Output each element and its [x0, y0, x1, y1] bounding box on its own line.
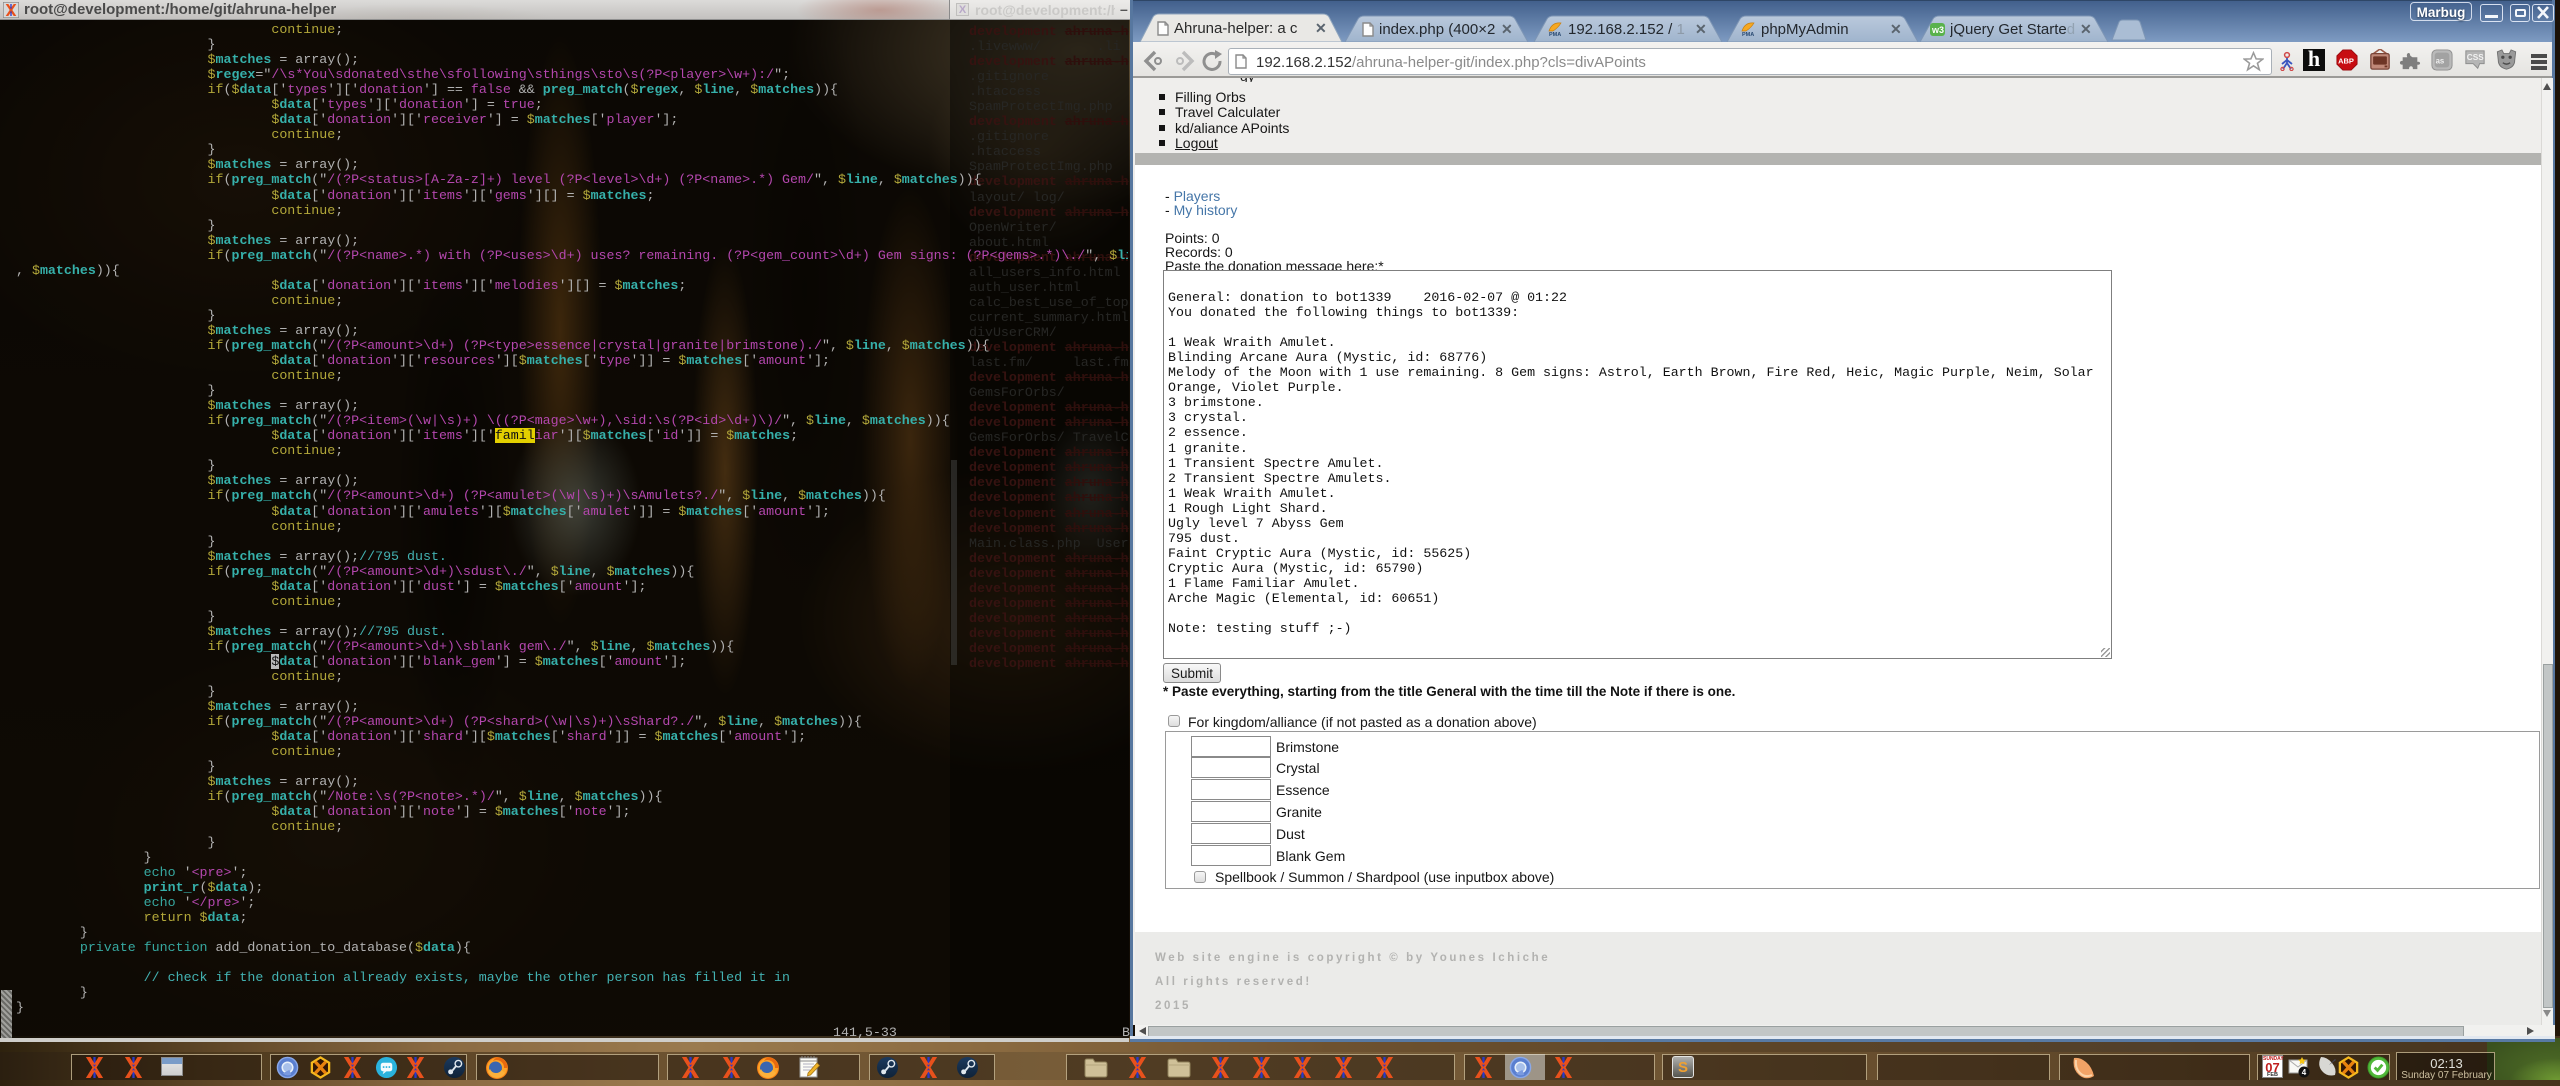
svg-text:as: as: [2436, 57, 2445, 66]
svg-text:4: 4: [2302, 1068, 2307, 1077]
svg-text:PMA: PMA: [1742, 32, 1754, 37]
svg-text:CSS: CSS: [2467, 53, 2484, 62]
svg-text:ABP: ABP: [2338, 57, 2354, 66]
svg-text:PMA: PMA: [1549, 32, 1561, 37]
svg-text:w3: w3: [1931, 25, 1944, 35]
